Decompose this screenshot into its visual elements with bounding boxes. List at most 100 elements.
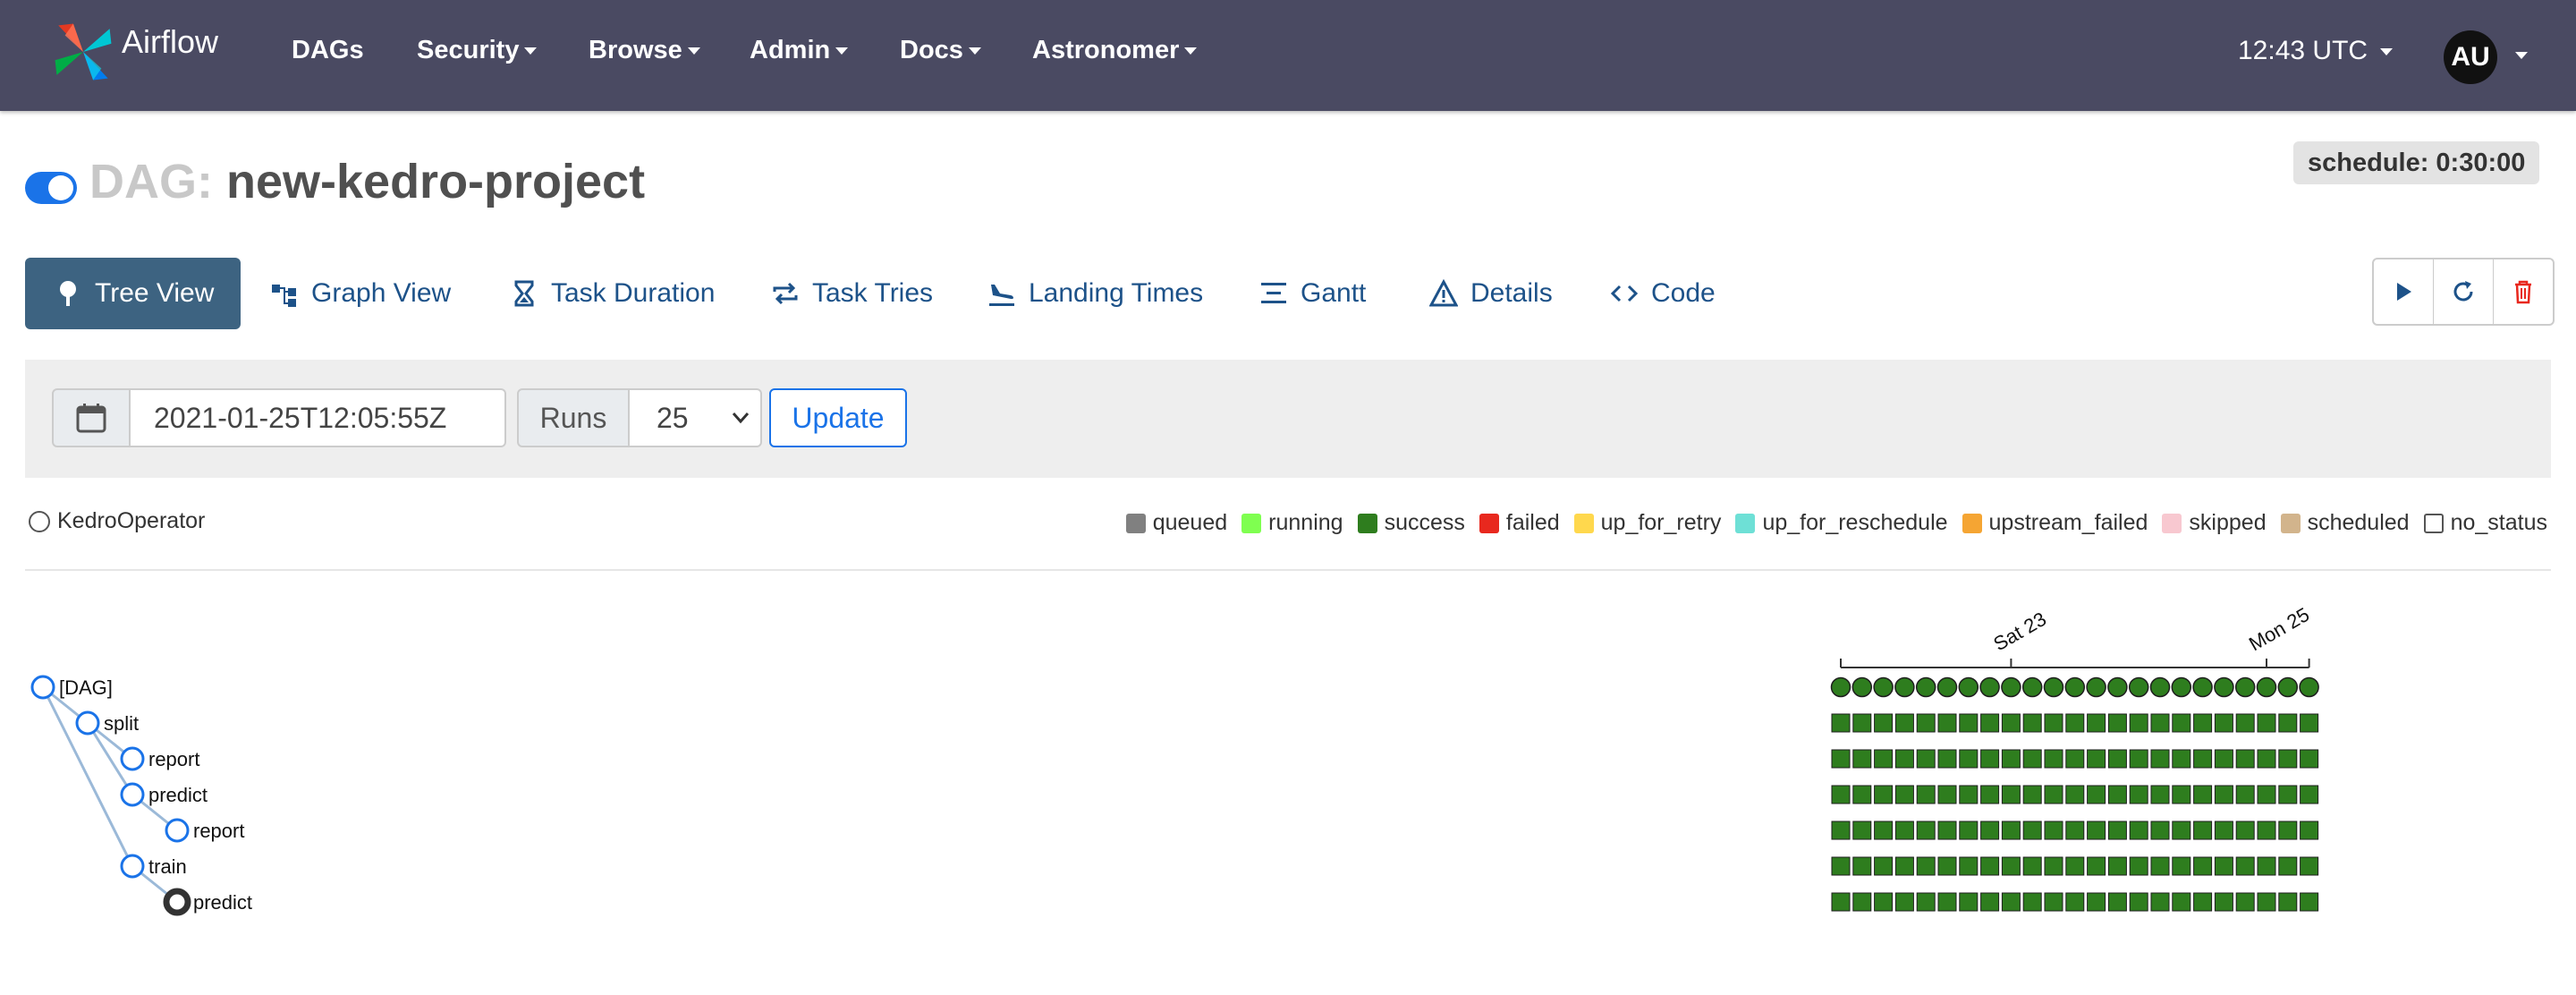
- airflow-brand[interactable]: Airflow: [50, 16, 218, 88]
- task-instance-square[interactable]: [1894, 749, 1914, 769]
- state-legend-no-status[interactable]: no_status: [2423, 510, 2547, 536]
- task-instance-square[interactable]: [1852, 749, 1872, 769]
- state-legend-skipped[interactable]: skipped: [2162, 510, 2267, 536]
- task-instance-square[interactable]: [1894, 892, 1914, 912]
- tab-task-tries[interactable]: Task Tries: [771, 258, 933, 329]
- task-instance-square[interactable]: [2129, 856, 2148, 876]
- nav-security[interactable]: Security: [417, 36, 538, 65]
- task-instance-square[interactable]: [1937, 785, 1957, 804]
- task-instance-square[interactable]: [1959, 856, 1979, 876]
- task-instance-square[interactable]: [1959, 749, 1979, 769]
- task-instance-square[interactable]: [2087, 749, 2106, 769]
- task-instance-square[interactable]: [1831, 713, 1851, 733]
- dag-run-circle[interactable]: [2001, 676, 2021, 698]
- dag-run-circle[interactable]: [2299, 676, 2319, 698]
- nav-admin[interactable]: Admin: [750, 36, 849, 65]
- task-instance-square[interactable]: [1959, 821, 1979, 840]
- task-instance-square[interactable]: [1831, 821, 1851, 840]
- task-instance-square[interactable]: [1980, 821, 2000, 840]
- task-instance-square[interactable]: [2278, 713, 2298, 733]
- task-instance-square[interactable]: [1874, 713, 1894, 733]
- task-instance-square[interactable]: [2129, 821, 2148, 840]
- task-instance-square[interactable]: [2022, 749, 2042, 769]
- dag-run-circle[interactable]: [2064, 676, 2086, 698]
- task-instance-square[interactable]: [2150, 856, 2170, 876]
- task-instance-square[interactable]: [2257, 856, 2276, 876]
- nav-astronomer[interactable]: Astronomer: [1032, 36, 1198, 65]
- task-instance-square[interactable]: [1831, 892, 1851, 912]
- tab-graph-view[interactable]: Graph View: [270, 258, 451, 329]
- task-instance-square[interactable]: [2278, 821, 2298, 840]
- task-instance-square[interactable]: [2129, 749, 2148, 769]
- tree-node-report[interactable]: [120, 746, 145, 771]
- task-instance-square[interactable]: [2044, 713, 2063, 733]
- task-instance-square[interactable]: [1980, 785, 2000, 804]
- task-instance-square[interactable]: [2278, 892, 2298, 912]
- dag-run-circle[interactable]: [2128, 676, 2149, 698]
- task-instance-square[interactable]: [2235, 856, 2255, 876]
- task-instance-square[interactable]: [1937, 892, 1957, 912]
- task-instance-square[interactable]: [1959, 713, 1979, 733]
- task-instance-square[interactable]: [2087, 821, 2106, 840]
- task-instance-square[interactable]: [2107, 713, 2127, 733]
- task-instance-square[interactable]: [2022, 713, 2042, 733]
- task-instance-square[interactable]: [2172, 713, 2191, 733]
- tab-landing-times[interactable]: Landing Times: [987, 258, 1203, 329]
- refresh-dag-button[interactable]: [2434, 259, 2494, 324]
- dag-pause-toggle[interactable]: [25, 172, 77, 204]
- task-instance-square[interactable]: [2022, 821, 2042, 840]
- task-instance-square[interactable]: [2065, 856, 2085, 876]
- nav-browse[interactable]: Browse: [589, 36, 700, 65]
- task-instance-square[interactable]: [2044, 892, 2063, 912]
- tree-node-train[interactable]: [120, 854, 145, 879]
- task-instance-square[interactable]: [2150, 713, 2170, 733]
- task-instance-square[interactable]: [1874, 856, 1894, 876]
- state-legend-failed[interactable]: failed: [1479, 510, 1560, 536]
- task-instance-square[interactable]: [2065, 821, 2085, 840]
- dag-run-circle[interactable]: [1979, 676, 2000, 698]
- task-instance-square[interactable]: [2257, 785, 2276, 804]
- task-instance-square[interactable]: [2022, 856, 2042, 876]
- tree-node-dag[interactable]: [30, 675, 55, 700]
- task-instance-square[interactable]: [1894, 785, 1914, 804]
- trigger-dag-button[interactable]: [2374, 259, 2434, 324]
- dag-run-circle[interactable]: [1936, 676, 1958, 698]
- tab-tree-view[interactable]: Tree View: [25, 258, 242, 329]
- task-instance-square[interactable]: [1831, 785, 1851, 804]
- task-instance-square[interactable]: [2107, 785, 2127, 804]
- task-instance-square[interactable]: [2107, 892, 2127, 912]
- task-instance-square[interactable]: [2129, 785, 2148, 804]
- task-instance-square[interactable]: [1937, 713, 1957, 733]
- task-instance-square[interactable]: [2214, 749, 2233, 769]
- task-instance-square[interactable]: [2300, 821, 2319, 840]
- utc-clock-dropdown[interactable]: 12:43 UTC: [2238, 36, 2394, 66]
- dag-run-circle[interactable]: [1830, 676, 1852, 698]
- dag-run-circle[interactable]: [1915, 676, 1936, 698]
- nav-docs[interactable]: Docs: [900, 36, 981, 65]
- dag-run-circle[interactable]: [2149, 676, 2171, 698]
- task-instance-square[interactable]: [2214, 785, 2233, 804]
- task-instance-square[interactable]: [2235, 713, 2255, 733]
- task-instance-square[interactable]: [1874, 785, 1894, 804]
- task-instance-square[interactable]: [2235, 892, 2255, 912]
- task-instance-square[interactable]: [2087, 892, 2106, 912]
- task-instance-square[interactable]: [1852, 785, 1872, 804]
- task-instance-square[interactable]: [1894, 821, 1914, 840]
- task-instance-square[interactable]: [1916, 713, 1936, 733]
- task-instance-square[interactable]: [1852, 856, 1872, 876]
- task-instance-square[interactable]: [1894, 856, 1914, 876]
- delete-dag-button[interactable]: [2494, 259, 2553, 324]
- task-instance-square[interactable]: [1959, 785, 1979, 804]
- tree-node-report[interactable]: [165, 818, 190, 843]
- task-instance-square[interactable]: [2129, 892, 2148, 912]
- dag-run-circle[interactable]: [2171, 676, 2192, 698]
- task-instance-square[interactable]: [1916, 749, 1936, 769]
- task-instance-square[interactable]: [2129, 713, 2148, 733]
- task-instance-square[interactable]: [1852, 713, 1872, 733]
- runs-select[interactable]: 25: [630, 388, 762, 447]
- dag-run-circle[interactable]: [2256, 676, 2277, 698]
- dag-run-circle[interactable]: [2234, 676, 2256, 698]
- dag-run-circle[interactable]: [1894, 676, 1915, 698]
- dag-run-circle[interactable]: [2277, 676, 2299, 698]
- task-instance-square[interactable]: [1874, 821, 1894, 840]
